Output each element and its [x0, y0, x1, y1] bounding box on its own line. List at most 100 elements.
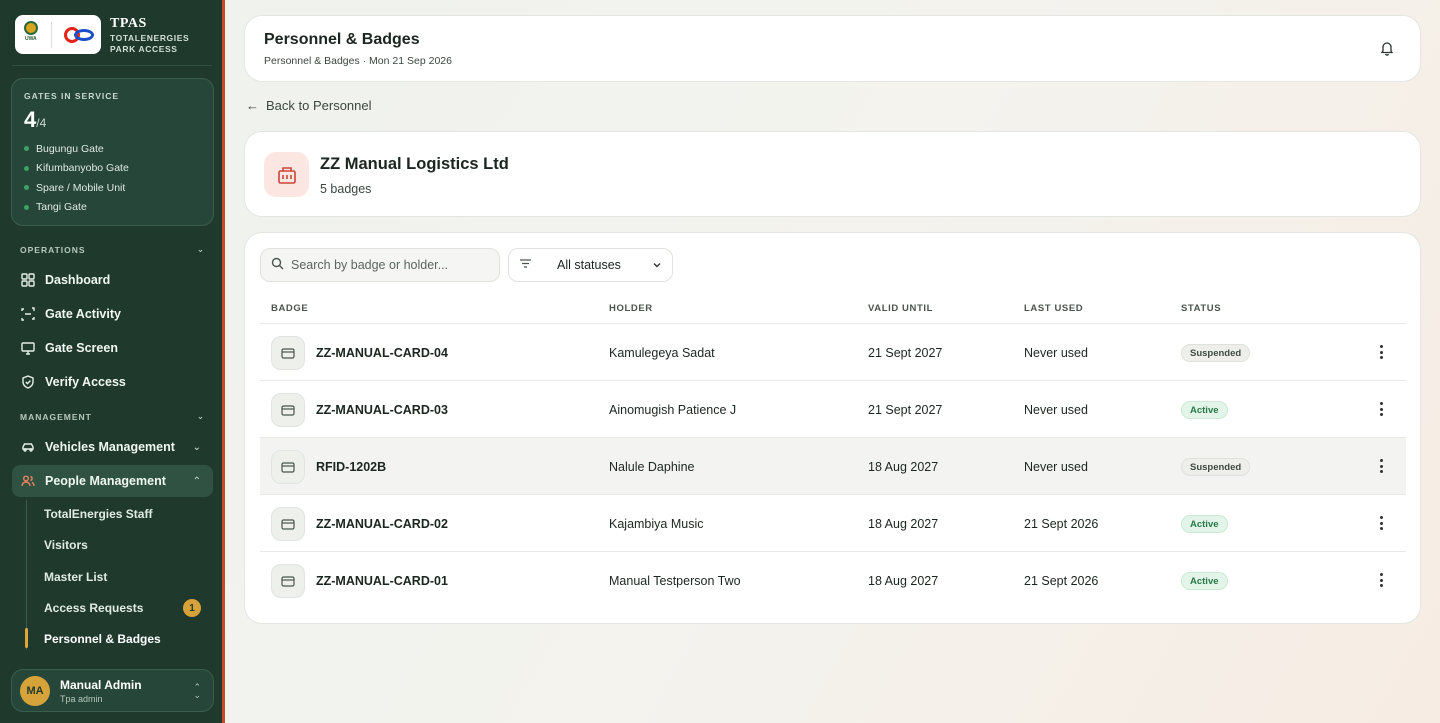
- column-header-last-used[interactable]: LAST USED: [1024, 303, 1083, 314]
- totalenergies-logo: [62, 25, 96, 45]
- nav-gate-activity[interactable]: Gate Activity: [12, 298, 213, 330]
- gates-count: 4/4: [24, 107, 47, 132]
- grid-icon: [21, 273, 35, 287]
- chevron-up-icon: ⌃: [192, 475, 201, 487]
- sub-item-visitors[interactable]: Visitors: [44, 534, 209, 556]
- search-input[interactable]: Search by badge or holder...: [260, 248, 500, 282]
- brand-title: TPAS: [110, 16, 147, 31]
- nav-gate-screen[interactable]: Gate Screen: [12, 332, 213, 364]
- nav-people-management[interactable]: People Management ⌃: [12, 465, 213, 497]
- credit-card-icon: [271, 507, 305, 541]
- valid-until: 18 Aug 2027: [868, 459, 939, 474]
- holder-name: Kamulegeya Sadat: [609, 345, 715, 360]
- last-used: 21 Sept 2026: [1024, 516, 1099, 531]
- user-menu[interactable]: MA Manual Admin Tpa admin ⌃ ⌄: [11, 669, 214, 712]
- gates-in-service-card: GATES IN SERVICE 4/4 Bugungu Gate Kifumb…: [11, 78, 214, 226]
- shield-check-icon: [21, 375, 35, 389]
- chevron-down-icon: ⌄: [192, 441, 201, 453]
- status-dot-icon: [24, 204, 29, 210]
- more-vertical-icon[interactable]: [1376, 570, 1386, 590]
- holder-name: Kajambiya Music: [609, 516, 704, 531]
- search-placeholder: Search by badge or holder...: [291, 258, 449, 272]
- badge-id: ZZ-MANUAL-CARD-02: [316, 516, 448, 531]
- company-name: ZZ Manual Logistics Ltd: [320, 155, 509, 173]
- search-icon: [271, 257, 284, 273]
- column-header-badge[interactable]: BADGE: [271, 303, 308, 314]
- nav-vehicles-management[interactable]: Vehicles Management ⌄: [12, 431, 213, 463]
- status-badge: Suspended: [1181, 344, 1251, 362]
- more-vertical-icon[interactable]: [1376, 399, 1386, 419]
- nav-verify-access[interactable]: Verify Access: [12, 366, 213, 398]
- table-row[interactable]: ZZ-MANUAL-CARD-02 Kajambiya Music 18 Aug…: [260, 495, 1406, 552]
- status-badge: Active: [1181, 401, 1228, 419]
- building-icon: [264, 152, 309, 197]
- last-used: Never used: [1024, 402, 1088, 417]
- users-icon: [21, 474, 35, 488]
- nav-dashboard[interactable]: Dashboard: [12, 264, 213, 296]
- credit-card-icon: [271, 564, 305, 598]
- status-badge: Active: [1181, 515, 1228, 533]
- credit-card-icon: [271, 393, 305, 427]
- column-header-status[interactable]: STATUS: [1181, 303, 1221, 314]
- access-requests-count-badge: 1: [183, 599, 201, 617]
- brand-logos[interactable]: UWA: [15, 15, 101, 54]
- status-dot-icon: [24, 165, 29, 171]
- badge-id: ZZ-MANUAL-CARD-03: [316, 402, 448, 417]
- valid-until: 21 Sept 2027: [868, 345, 943, 360]
- last-used: 21 Sept 2026: [1024, 573, 1099, 588]
- status-badge: Suspended: [1181, 458, 1251, 476]
- badge-id: ZZ-MANUAL-CARD-01: [316, 573, 448, 588]
- holder-name: Ainomugish Patience J: [609, 402, 737, 417]
- table-row[interactable]: ZZ-MANUAL-CARD-04 Kamulegeya Sadat 21 Se…: [260, 324, 1406, 381]
- scan-icon: [21, 307, 35, 321]
- avatar: MA: [20, 675, 50, 706]
- status-filter-select[interactable]: All statuses: [508, 248, 673, 282]
- management-section-toggle[interactable]: MANAGEMENT ⌄: [20, 411, 205, 422]
- column-header-holder[interactable]: HOLDER: [609, 303, 653, 314]
- status-dot-icon: [24, 185, 29, 191]
- breadcrumb: Personnel & Badges · Mon 21 Sep 2026: [264, 55, 452, 67]
- table-row[interactable]: RFID-1202B Nalule Daphine 18 Aug 2027 Ne…: [260, 438, 1406, 495]
- chevron-down-icon: ⌄: [196, 411, 205, 421]
- sub-item-personnel-badges[interactable]: Personnel & Badges: [44, 628, 209, 650]
- credit-card-icon: [271, 450, 305, 484]
- sub-item-access-requests[interactable]: Access Requests 1: [44, 597, 209, 619]
- last-used: Never used: [1024, 345, 1088, 360]
- gate-item: Kifumbanyobo Gate: [24, 159, 201, 179]
- filter-icon: [519, 257, 532, 273]
- last-used: Never used: [1024, 459, 1088, 474]
- valid-until: 18 Aug 2027: [868, 516, 939, 531]
- operations-section-toggle[interactable]: OPERATIONS ⌄: [20, 244, 205, 255]
- sidebar: UWA TPAS TOTALENERGIES PARK ACCESS GATES…: [0, 0, 225, 723]
- more-vertical-icon[interactable]: [1376, 456, 1386, 476]
- brand-subtitle: TOTALENERGIES PARK ACCESS: [110, 33, 190, 54]
- more-vertical-icon[interactable]: [1376, 342, 1386, 362]
- more-vertical-icon[interactable]: [1376, 513, 1386, 533]
- gate-item: Spare / Mobile Unit: [24, 178, 201, 198]
- valid-until: 21 Sept 2027: [868, 402, 943, 417]
- badge-id: RFID-1202B: [316, 459, 387, 474]
- chevron-down-icon: [652, 259, 662, 273]
- page-header: Personnel & Badges Personnel & Badges · …: [244, 15, 1421, 82]
- gate-item: Tangi Gate: [24, 198, 201, 218]
- bell-icon[interactable]: [1380, 40, 1394, 61]
- uwa-logo: UWA: [20, 20, 42, 49]
- status-dot-icon: [24, 146, 29, 152]
- page-title: Personnel & Badges: [264, 31, 420, 48]
- table-row[interactable]: ZZ-MANUAL-CARD-01 Manual Testperson Two …: [260, 552, 1406, 609]
- sub-item-master-list[interactable]: Master List: [44, 566, 209, 588]
- gates-label: GATES IN SERVICE: [24, 91, 120, 101]
- user-role: Tpa admin: [60, 693, 103, 704]
- badges-table-card: Search by badge or holder... All statuse…: [244, 232, 1421, 624]
- gate-item: Bugungu Gate: [24, 139, 201, 159]
- back-to-personnel-link[interactable]: ← Back to Personnel: [246, 98, 372, 113]
- holder-name: Manual Testperson Two: [609, 573, 741, 588]
- column-header-valid-until[interactable]: VALID UNTIL: [868, 303, 933, 314]
- credit-card-icon: [271, 336, 305, 370]
- sub-item-totalenergies-staff[interactable]: TotalEnergies Staff: [44, 503, 209, 525]
- holder-name: Nalule Daphine: [609, 459, 695, 474]
- user-name: Manual Admin: [60, 677, 142, 692]
- table-row[interactable]: ZZ-MANUAL-CARD-03 Ainomugish Patience J …: [260, 381, 1406, 438]
- company-card: ZZ Manual Logistics Ltd 5 badges: [244, 131, 1421, 217]
- monitor-icon: [21, 341, 35, 355]
